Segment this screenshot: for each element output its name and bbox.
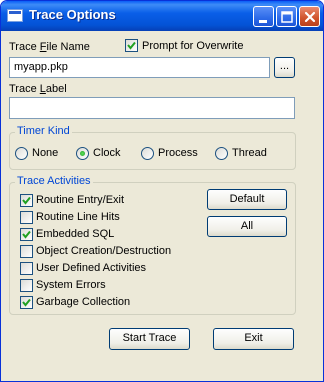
activity-embedded-sql-checkbox[interactable]: [20, 228, 33, 241]
maximize-button[interactable]: [276, 6, 297, 27]
activity-embedded-sql-label: Embedded SQL: [36, 228, 115, 240]
prompt-overwrite-label: Prompt for Overwrite: [142, 40, 244, 52]
window-title: Trace Options: [29, 7, 116, 22]
radio-clock[interactable]: [76, 147, 89, 160]
trace-file-name-label: Trace File Name: [9, 41, 90, 53]
activity-object-creation-label: Object Creation/Destruction: [36, 245, 172, 257]
radio-clock-label: Clock: [93, 147, 121, 159]
radio-thread-label: Thread: [232, 147, 267, 159]
activity-routine-line-hits-checkbox[interactable]: [20, 211, 33, 224]
activity-routine-entry-exit-checkbox[interactable]: [20, 194, 33, 207]
start-trace-button[interactable]: Start Trace: [109, 328, 190, 350]
trace-label-label: Trace Label: [9, 83, 67, 95]
radio-process[interactable]: [141, 147, 154, 160]
activity-system-errors-label: System Errors: [36, 279, 106, 291]
window-icon: [7, 9, 23, 22]
radio-none[interactable]: [15, 147, 28, 160]
trace-options-window: Trace Options Trace File Name Prompt for…: [0, 0, 324, 382]
activity-system-errors-checkbox[interactable]: [20, 279, 33, 292]
activity-garbage-collection-label: Garbage Collection: [36, 296, 131, 308]
checkmark-icon: [22, 230, 31, 239]
trace-activities-title: Trace Activities: [15, 175, 93, 187]
minimize-button[interactable]: [253, 6, 274, 27]
activity-routine-line-hits-label: Routine Line Hits: [36, 211, 120, 223]
activity-user-defined-label: User Defined Activities: [36, 262, 147, 274]
trace-file-name-input[interactable]: myapp.pkp: [9, 57, 270, 78]
browse-button[interactable]: ...: [274, 57, 295, 78]
activity-garbage-collection-checkbox[interactable]: [20, 296, 33, 309]
radio-none-label: None: [32, 147, 59, 159]
exit-button[interactable]: Exit: [213, 328, 294, 350]
checkmark-icon: [22, 298, 31, 307]
checkmark-icon: [22, 196, 31, 205]
default-button[interactable]: Default: [207, 189, 287, 210]
close-icon: [304, 11, 316, 23]
activity-routine-entry-exit-label: Routine Entry/Exit: [36, 194, 125, 206]
title-bar[interactable]: Trace Options: [1, 1, 323, 31]
trace-label-input[interactable]: [9, 97, 295, 119]
radio-process-label: Process: [158, 147, 198, 159]
all-button[interactable]: All: [207, 216, 287, 237]
minimize-icon: [259, 20, 267, 23]
prompt-overwrite-checkbox[interactable]: [125, 39, 138, 52]
checkmark-icon: [127, 41, 136, 50]
timer-kind-title: Timer Kind: [15, 125, 72, 137]
activity-object-creation-checkbox[interactable]: [20, 245, 33, 258]
close-button[interactable]: [299, 6, 320, 27]
activity-user-defined-checkbox[interactable]: [20, 262, 33, 275]
maximize-icon: [281, 11, 293, 23]
radio-thread[interactable]: [215, 147, 228, 160]
